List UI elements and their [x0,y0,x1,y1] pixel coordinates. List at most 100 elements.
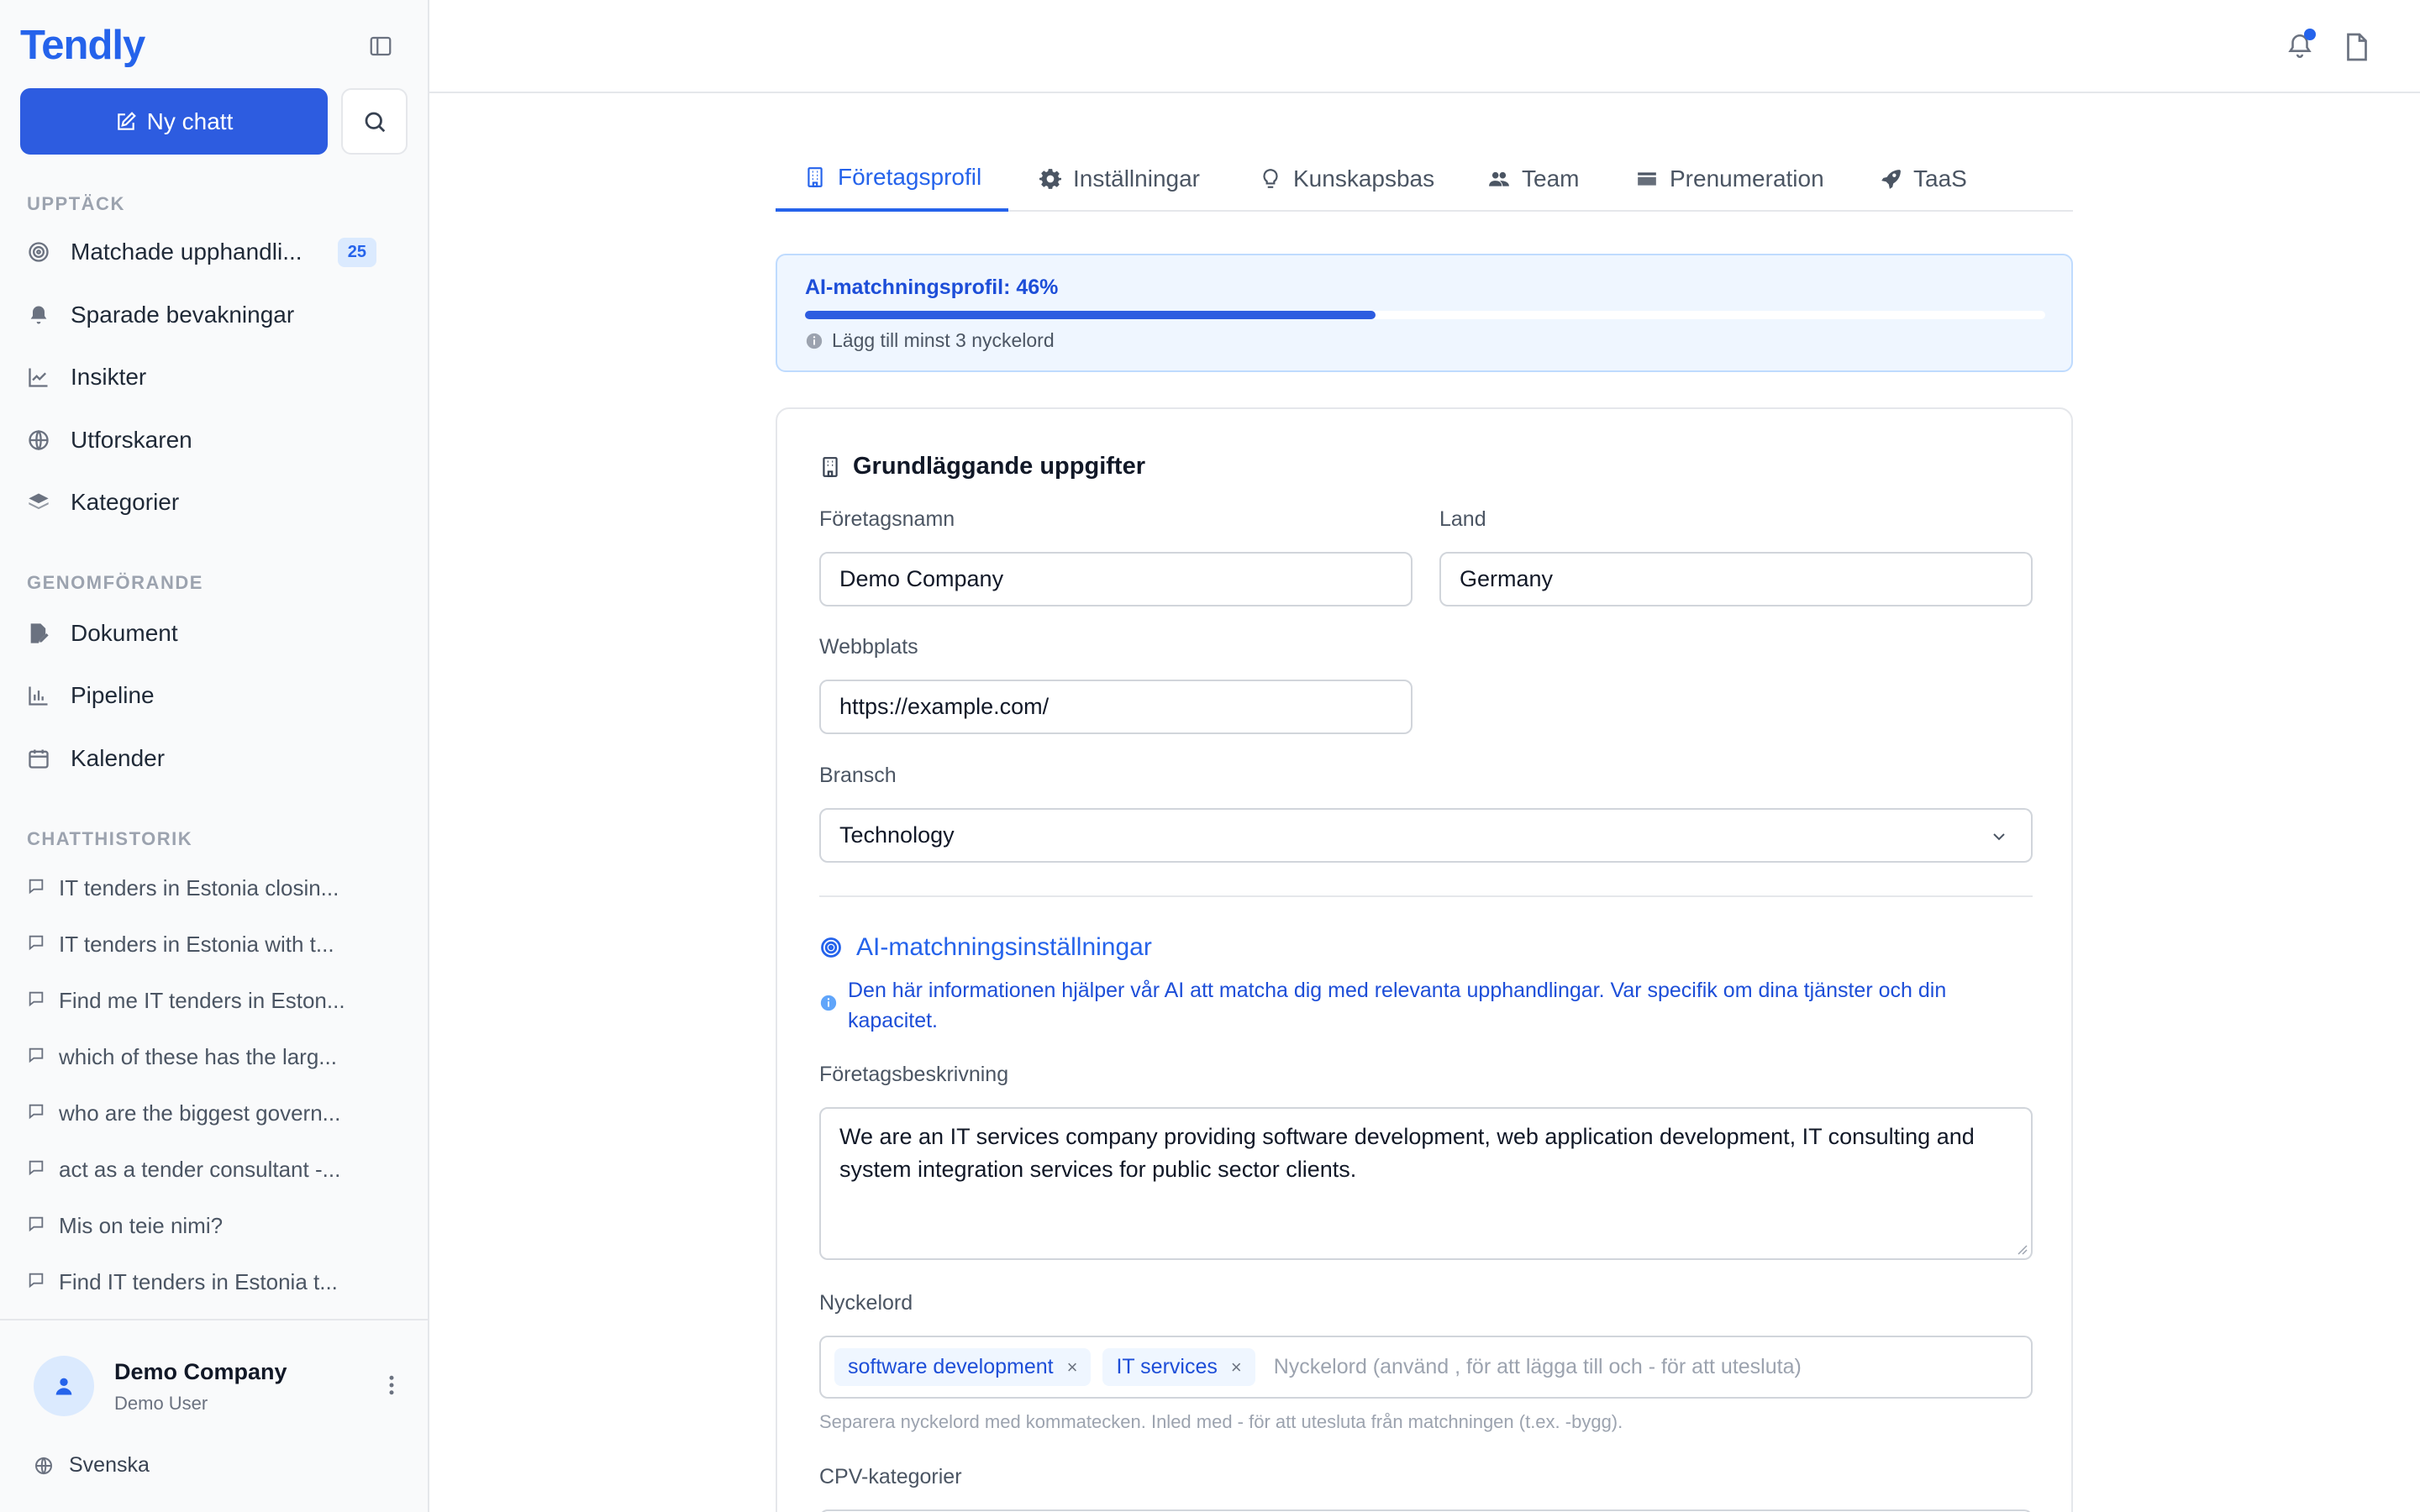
message-icon [27,1269,45,1295]
chat-history-item[interactable]: Find IT tenders in Estonia t... [27,1262,380,1302]
edit-icon [117,111,136,130]
language-selector[interactable]: Svenska [34,1453,150,1478]
building-icon [823,456,838,477]
sidebar-item-label: Kategorier [71,489,180,515]
globe-icon [35,1457,52,1474]
keywords-help-text: Separera nyckelord med kommatecken. Inle… [819,1411,1623,1432]
tab-company-profile[interactable]: Företagsprofil [776,146,1009,212]
target-icon [27,240,50,264]
sidebar-item-matched[interactable]: Matchade upphandli... 25 [27,228,397,276]
chat-history-item[interactable]: Find me IT tenders in Eston... [27,980,380,1021]
bar-chart-icon [27,684,50,707]
company-profile-card: Grundläggande uppgifter Företagsnamn Dem… [776,407,2073,1512]
user-role: Demo User [114,1393,208,1414]
file-edit-icon [27,622,50,645]
chat-history-label: act as a tender consultant -... [59,1156,341,1182]
section-title-discover: UPPTÄCK [27,193,125,214]
message-icon [27,875,45,901]
tab-team[interactable]: Team [1488,146,1579,212]
chat-history-item[interactable]: who are the biggest govern... [27,1093,380,1133]
remove-tag-icon[interactable]: × [1067,1357,1078,1378]
section-title-execution: GENOMFÖRANDE [27,572,203,593]
ai-profile-progress-card: AI-matchningsprofil: 46% Lägg till minst… [776,254,2073,372]
settings-tabs: Företagsprofil Inställningar Kunskapsbas… [776,146,2073,212]
tab-subscription[interactable]: Prenumeration [1636,146,1824,212]
document-icon[interactable] [2344,32,2370,62]
info-icon [806,333,823,349]
keywords-label: Nyckelord [819,1291,913,1315]
chat-history-item[interactable]: Mis on teie nimi? [27,1205,380,1246]
chat-history-label: IT tenders in Estonia with t... [59,931,334,957]
ai-info-text: Den här informationen hjälper vår AI att… [819,975,2012,1036]
more-vertical-icon[interactable] [383,1373,400,1398]
app-logo[interactable]: Tendly [20,22,145,69]
credit-card-icon [1638,172,1656,186]
globe-icon [27,428,50,452]
tab-label: TaaS [1913,165,1967,192]
tab-label: Inställningar [1073,165,1200,192]
cpv-label: CPV-kategorier [819,1465,962,1488]
chat-history-label: who are the biggest govern... [59,1100,341,1126]
industry-select[interactable]: Technology [819,808,2033,863]
search-button[interactable] [341,88,408,155]
keywords-input[interactable]: software development × IT services × Nyc… [819,1336,2033,1399]
tab-settings[interactable]: Inställningar [1039,146,1200,212]
keyword-tag: IT services × [1102,1348,1255,1386]
new-chat-button[interactable]: Ny chatt [20,88,328,155]
chat-history-label: which of these has the larg... [59,1043,337,1069]
keyword-tag-label: software development [848,1355,1054,1378]
sidebar-item-documents[interactable]: Dokument [27,610,397,657]
chat-history-label: Mis on teie nimi? [59,1212,224,1238]
new-chat-label: Ny chatt [146,108,234,134]
user-icon [55,1378,72,1395]
country-label: Land [1439,507,1486,531]
tab-taas[interactable]: TaaS [1880,146,1967,212]
keywords-placeholder[interactable]: Nyckelord (använd , för att lägga till o… [1274,1355,1802,1379]
sidebar-item-label: Utforskaren [71,427,192,453]
industry-label: Bransch [819,764,897,787]
sidebar-item-explorer[interactable]: Utforskaren [27,417,397,464]
sidebar-toggle-icon[interactable] [366,34,395,59]
message-icon [27,1157,45,1183]
progress-fill [805,311,1376,319]
chat-history-label: Find me IT tenders in Eston... [59,987,345,1013]
company-name-input[interactable]: Demo Company [819,552,1413,606]
calendar-icon [27,747,50,770]
section-title-history: CHATTHISTORIK [27,828,193,849]
progress-title: AI-matchningsprofil: 46% [805,276,1059,299]
sidebar-item-calendar[interactable]: Kalender [27,735,397,782]
section-title-label: Grundläggande uppgifter [853,453,1145,480]
sidebar-item-insights[interactable]: Insikter [27,354,397,401]
sidebar-item-label: Pipeline [71,682,155,708]
avatar[interactable] [34,1356,94,1416]
chat-history-item[interactable]: act as a tender consultant -... [27,1149,380,1189]
chart-line-icon [27,365,50,389]
industry-value: Technology [839,822,955,848]
chat-history-item[interactable]: which of these has the larg... [27,1037,380,1077]
sidebar-item-saved[interactable]: Sparade bevakningar [27,291,397,339]
sidebar-item-pipeline[interactable]: Pipeline [27,672,397,719]
tab-knowledge-base[interactable]: Kunskapsbas [1260,146,1434,212]
chat-history-item[interactable]: IT tenders in Estonia closin... [27,868,380,908]
country-input[interactable]: Germany [1439,552,2033,606]
top-bar [429,0,2420,93]
building-icon [808,167,823,187]
tab-label: Team [1522,165,1580,192]
sidebar-item-label: Matchade upphandli... [71,239,302,265]
progress-bar [805,311,2045,319]
gear-icon [1039,169,1061,189]
website-input[interactable]: https://example.com/ [819,680,1413,734]
progress-hint: Lägg till minst 3 nyckelord [805,329,1055,352]
message-icon [27,1213,45,1239]
sidebar: Tendly Ny chatt UPPTÄCK Matchade upphand… [0,0,429,1512]
website-label: Webbplats [819,635,918,659]
sidebar-item-categories[interactable]: Kategorier [27,479,397,526]
chat-history-item[interactable]: IT tenders in Estonia with t... [27,924,380,964]
chevron-down-icon [1993,833,2005,841]
resize-handle-icon[interactable] [2016,1243,2028,1255]
remove-tag-icon[interactable]: × [1231,1357,1242,1378]
users-icon [1489,171,1509,186]
description-textarea[interactable]: We are an IT services company providing … [819,1107,2033,1260]
info-icon [820,995,837,1011]
rocket-icon [1881,170,1901,189]
